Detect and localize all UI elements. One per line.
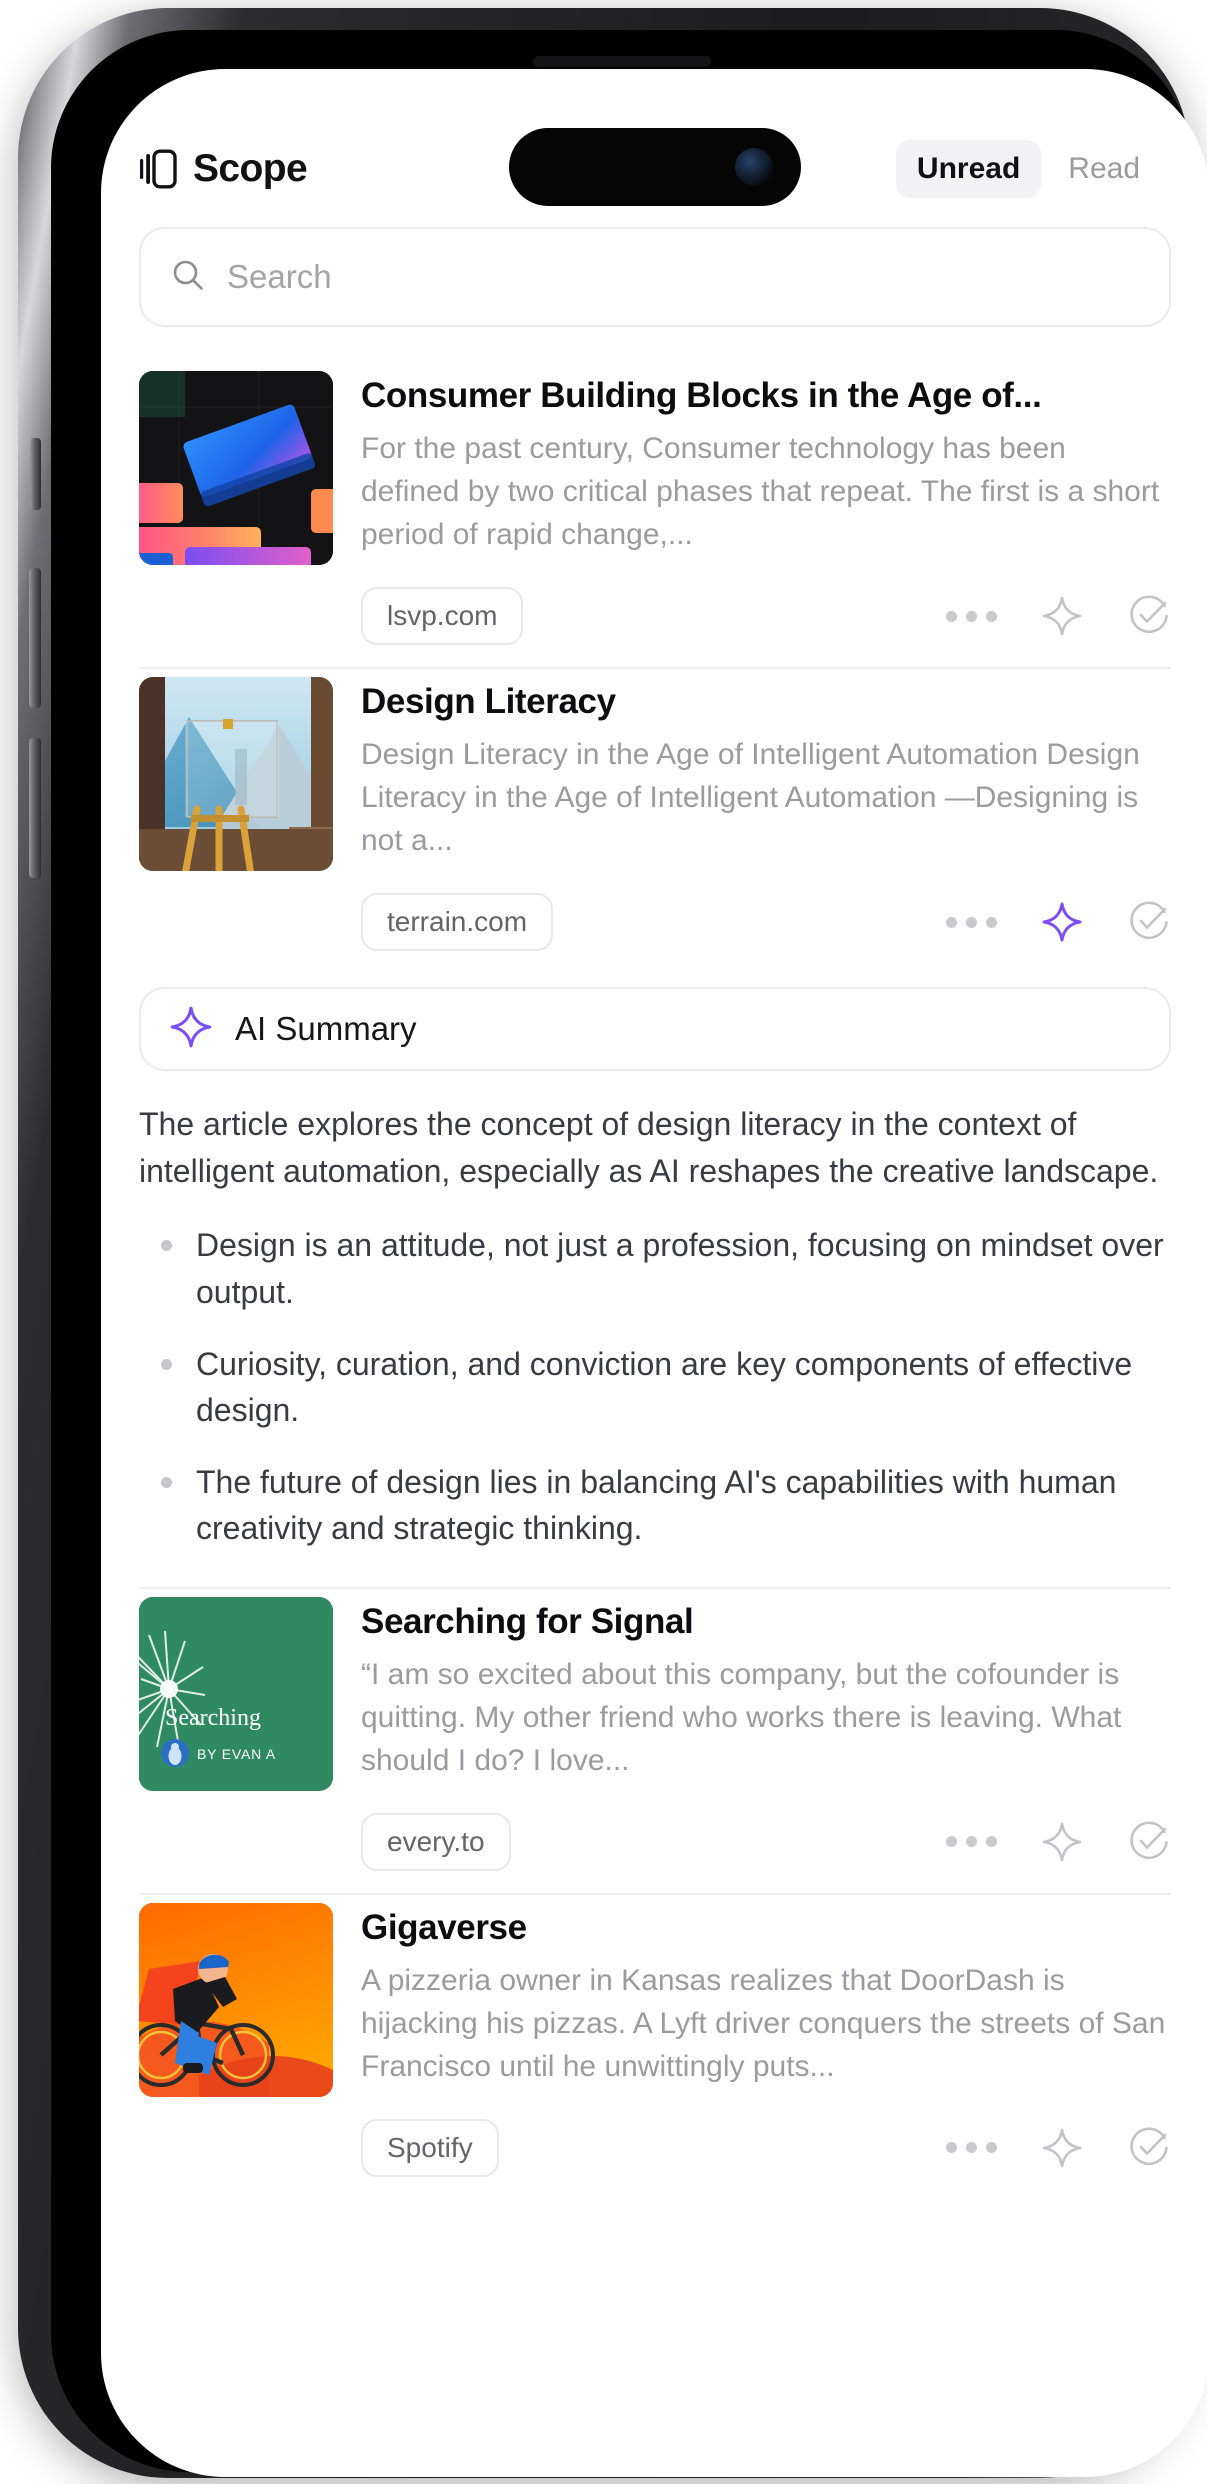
article-text: Searching for Signal “I am so excited ab…	[361, 1597, 1171, 1791]
article-actions: every.to	[139, 1812, 1171, 1871]
sparkle-icon	[169, 1005, 213, 1054]
volume-down-button[interactable]	[29, 738, 41, 878]
domain-chip[interactable]: terrain.com	[361, 893, 554, 951]
check-circle-icon[interactable]	[1127, 594, 1171, 638]
check-circle-icon[interactable]	[1127, 900, 1171, 944]
sparkle-icon[interactable]	[1041, 2127, 1083, 2169]
ai-summary-bullets: Design is an attitude, not just a profes…	[139, 1222, 1171, 1550]
silent-switch-button[interactable]	[30, 438, 41, 510]
list-item-text: The future of design lies in balancing A…	[196, 1463, 1117, 1546]
phone-screen: Scope Unread Read Search Consumer Buildi…	[101, 69, 1207, 2477]
volume-up-button[interactable]	[29, 568, 41, 708]
article-text: Consumer Building Blocks in the Age of..…	[361, 371, 1171, 565]
action-icon-group	[946, 900, 1171, 944]
svg-text:BY EVAN A: BY EVAN A	[197, 1746, 276, 1762]
article-card-main[interactable]: Gigaverse A pizzeria owner in Kansas rea…	[139, 1902, 1171, 2097]
bullet-icon	[161, 1240, 172, 1252]
earpiece-speaker	[533, 56, 711, 67]
sparkle-icon[interactable]	[1041, 901, 1083, 943]
domain-chip[interactable]: Spotify	[361, 2118, 499, 2177]
list-item: Curiosity, curation, and conviction are …	[139, 1341, 1171, 1433]
article-card[interactable]: Consumer Building Blocks in the Age of..…	[139, 363, 1171, 667]
screenshot-stage: Scope Unread Read Search Consumer Buildi…	[0, 0, 1207, 2484]
list-item-text: Curiosity, curation, and conviction are …	[196, 1345, 1133, 1428]
more-horizontal-icon[interactable]	[946, 1836, 997, 1848]
article-text: Design Literacy Design Literacy in the A…	[361, 677, 1171, 871]
check-circle-icon[interactable]	[1127, 2126, 1171, 2170]
domain-chip[interactable]: every.to	[361, 1812, 511, 1871]
search-bar[interactable]	[139, 227, 1171, 327]
front-camera-icon	[735, 148, 773, 186]
bullet-icon	[161, 1358, 172, 1370]
action-icon-group	[946, 594, 1171, 638]
article-title: Searching for Signal	[361, 1601, 694, 1641]
ai-summary-label: AI Summary	[235, 1010, 417, 1047]
orange-cyclist-illustration-thumbnail[interactable]	[139, 1902, 333, 2097]
article-title: Gigaverse	[361, 1907, 527, 1947]
more-horizontal-icon[interactable]	[946, 2142, 997, 2154]
list-item-text: Design is an attitude, not just a profes…	[196, 1227, 1164, 1310]
search-input[interactable]	[227, 258, 1139, 296]
article-title: Design Literacy	[361, 682, 616, 721]
article-snippet: For the past century, Consumer technolog…	[361, 432, 1160, 552]
article-card-main[interactable]: Searching BY EVAN A Searching for Signal…	[139, 1596, 1171, 1791]
article-snippet: Design Literacy in the Age of Intelligen…	[361, 738, 1140, 858]
article-card[interactable]: Design Literacy Design Literacy in the A…	[139, 669, 1171, 973]
list-item: Design is an attitude, not just a profes…	[139, 1222, 1171, 1314]
article-snippet: “I am so excited about this company, but…	[361, 1658, 1122, 1777]
ai-summary-panel: AI Summary The article explores the conc…	[139, 973, 1171, 1587]
article-text: Gigaverse A pizzeria owner in Kansas rea…	[361, 1903, 1171, 2097]
article-card[interactable]: Gigaverse A pizzeria owner in Kansas rea…	[139, 1895, 1171, 2199]
sparkle-icon[interactable]	[1041, 595, 1083, 637]
read-state-tabs: Unread Read	[895, 140, 1161, 198]
list-item: The future of design lies in balancing A…	[139, 1459, 1171, 1551]
article-card-main[interactable]: Design Literacy Design Literacy in the A…	[139, 677, 1171, 871]
check-circle-icon[interactable]	[1127, 1820, 1171, 1864]
bullet-icon	[161, 1476, 172, 1488]
article-actions: terrain.com	[139, 893, 1171, 951]
phone-bezel: Scope Unread Read Search Consumer Buildi…	[51, 30, 1207, 2477]
scope-logo-icon	[139, 149, 177, 189]
article-actions: Spotify	[139, 2118, 1171, 2177]
article-snippet: A pizzeria owner in Kansas realizes that…	[361, 1964, 1166, 2083]
phone-frame: Scope Unread Read Search Consumer Buildi…	[18, 8, 1207, 2478]
more-horizontal-icon[interactable]	[946, 916, 997, 928]
ai-summary-intro: The article explores the concept of desi…	[139, 1106, 1159, 1189]
tab-read[interactable]: Read	[1047, 140, 1161, 198]
easel-mountain-painting-thumbnail[interactable]	[139, 677, 333, 871]
tab-unread[interactable]: Unread	[895, 140, 1042, 198]
brand: Scope	[139, 147, 308, 191]
app-title: Scope	[193, 147, 308, 190]
dynamic-island[interactable]	[509, 128, 801, 206]
article-title: Consumer Building Blocks in the Age of..…	[361, 376, 1042, 415]
article-feed[interactable]: Consumer Building Blocks in the Age of..…	[101, 227, 1207, 2477]
article-card-main[interactable]: Consumer Building Blocks in the Age of..…	[139, 371, 1171, 565]
article-card[interactable]: Searching BY EVAN A Searching for Signal…	[139, 1589, 1171, 1893]
action-icon-group	[946, 1820, 1171, 1864]
search-icon	[171, 258, 205, 297]
svg-text:Searching: Searching	[165, 1705, 261, 1731]
ai-summary-header[interactable]: AI Summary	[139, 987, 1171, 1071]
domain-chip[interactable]: lsvp.com	[361, 587, 524, 645]
dark-gradient-blocks-thumbnail[interactable]	[139, 371, 333, 565]
more-horizontal-icon[interactable]	[946, 610, 997, 622]
green-searching-for-signal-cover[interactable]: Searching BY EVAN A	[139, 1596, 333, 1791]
sparkle-icon[interactable]	[1041, 1821, 1083, 1863]
article-actions: lsvp.com	[139, 587, 1171, 645]
action-icon-group	[946, 2126, 1171, 2170]
